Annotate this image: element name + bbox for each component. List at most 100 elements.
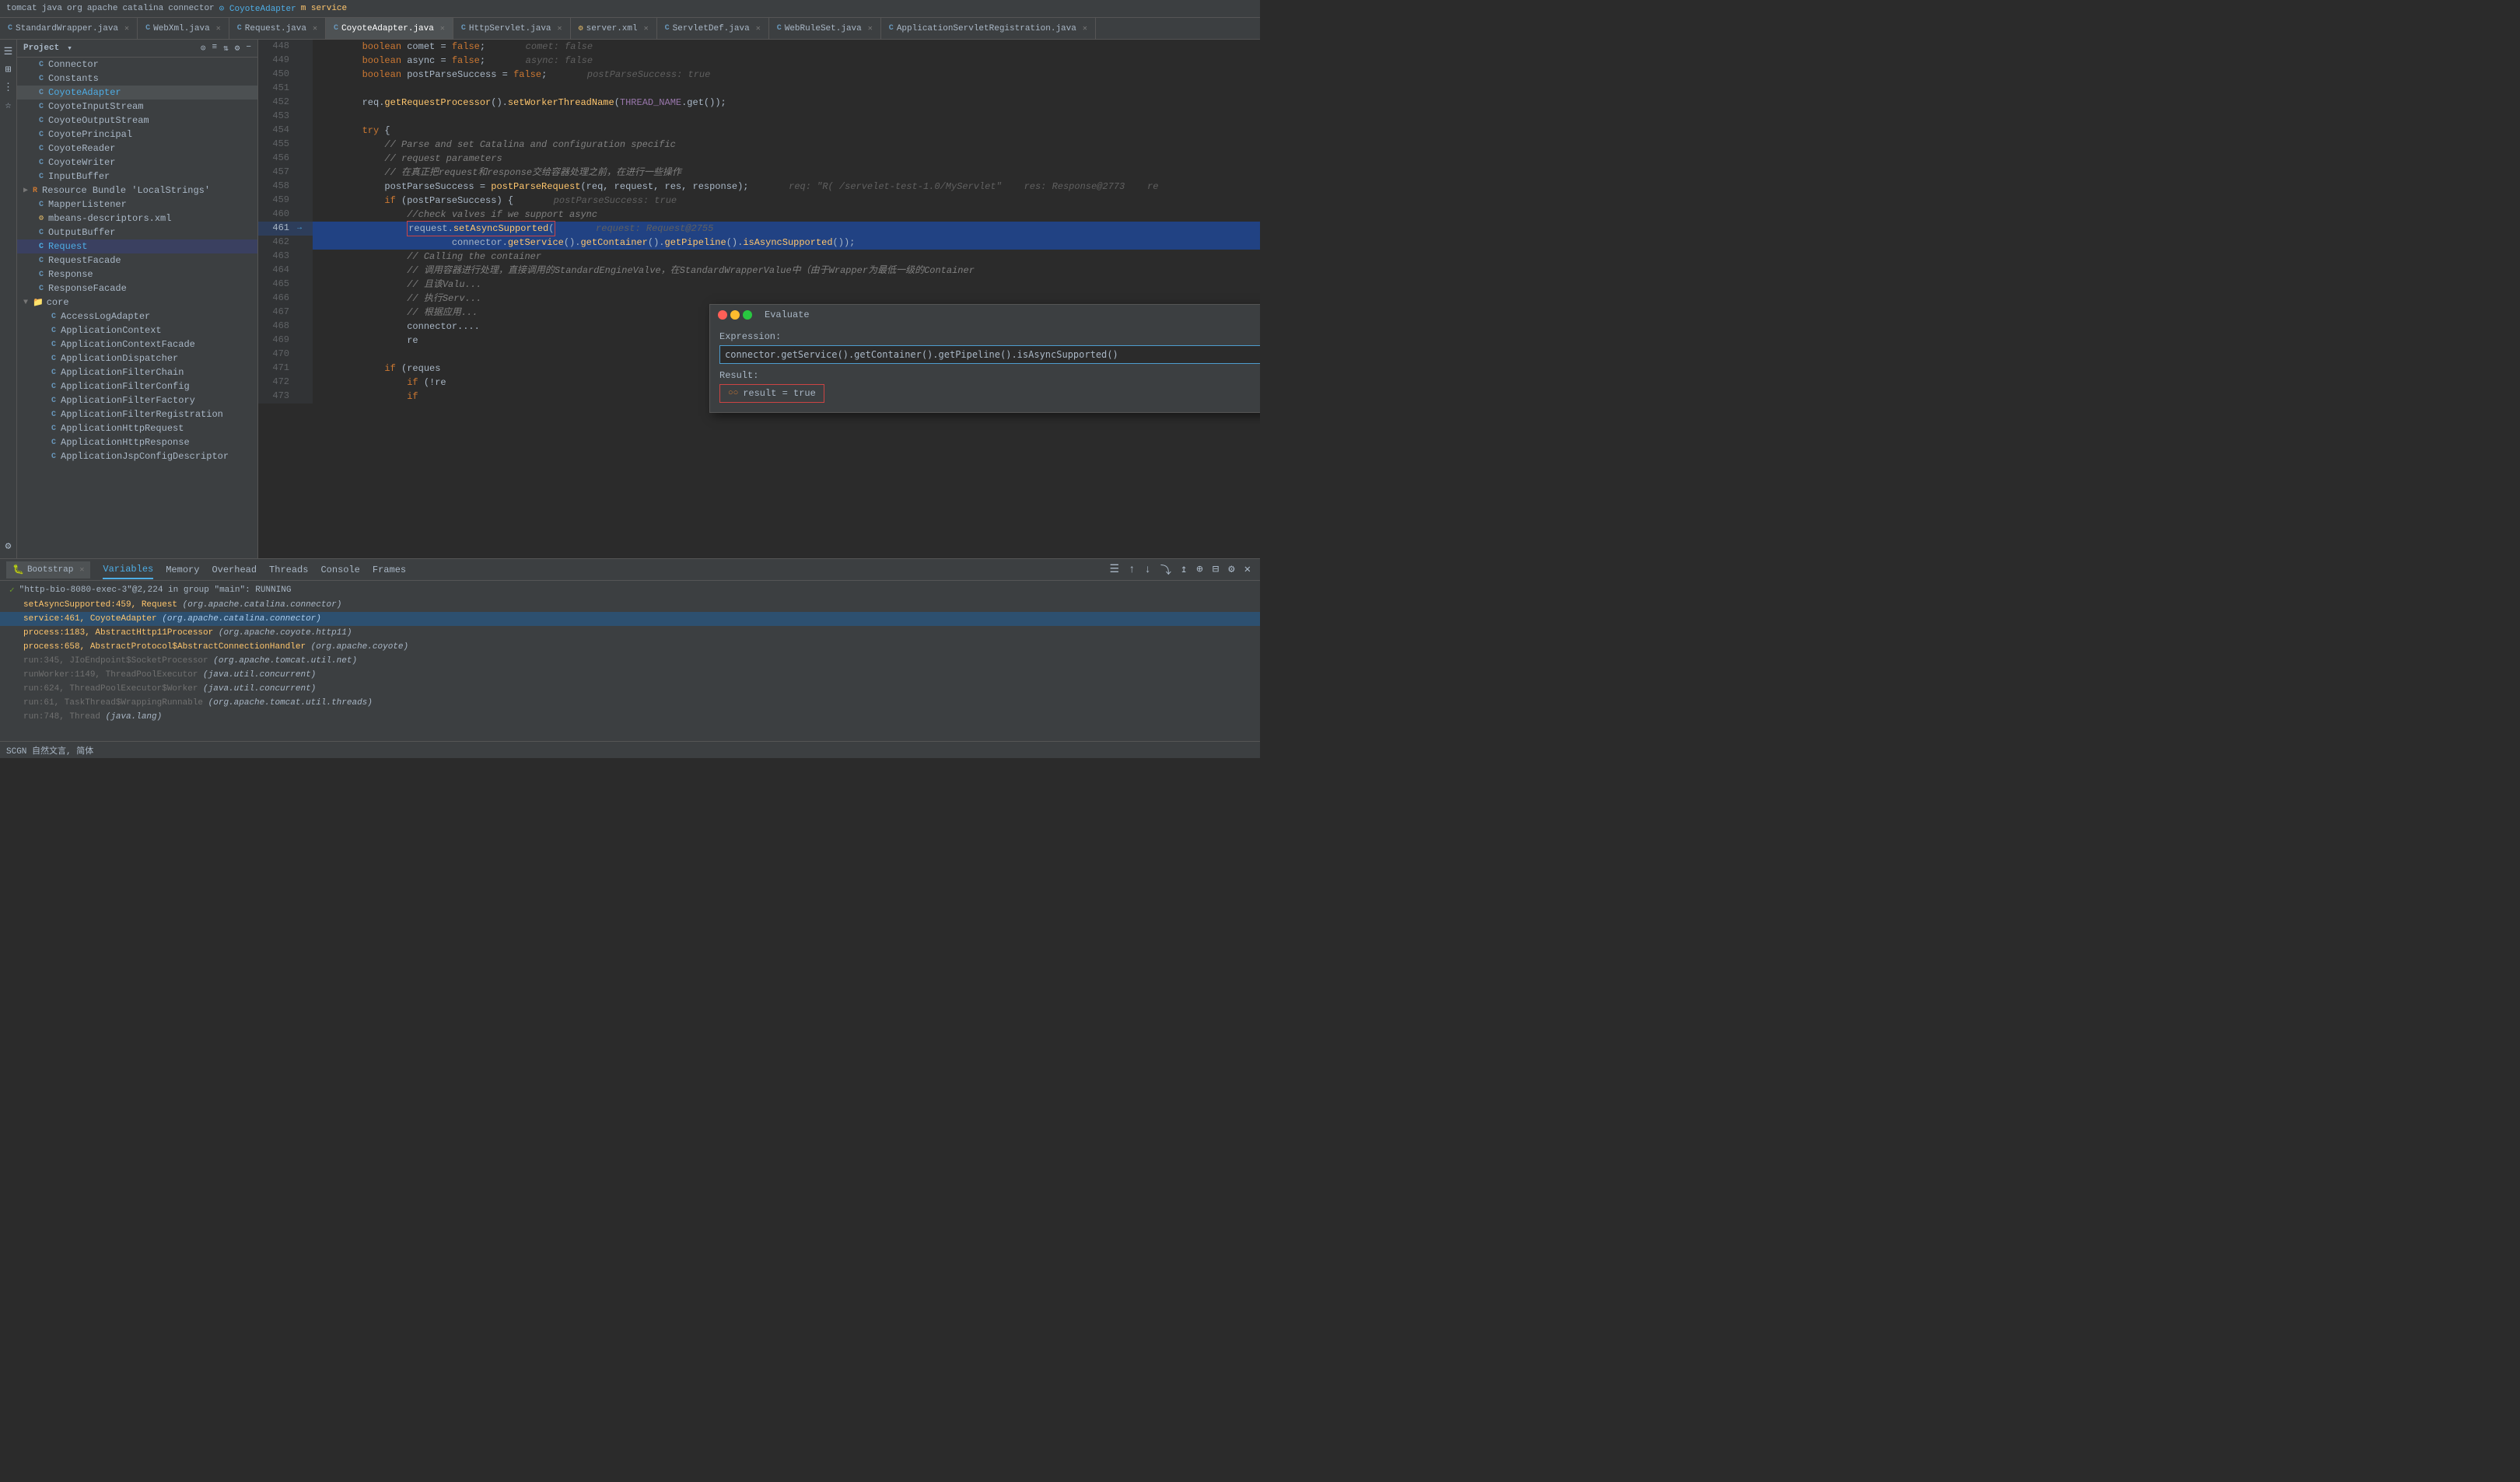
tab-webxml[interactable]: C WebXml.java ✕ bbox=[138, 18, 229, 39]
stack-frame-6[interactable]: runWorker:1149, ThreadPoolExecutor (java… bbox=[0, 668, 1260, 682]
collapse-icon[interactable]: ⊟ bbox=[1209, 561, 1222, 578]
minimize-button-traffic[interactable] bbox=[730, 310, 740, 320]
close-icon[interactable]: ✕ bbox=[756, 24, 761, 33]
breadcrumb-service[interactable]: m service bbox=[301, 4, 347, 13]
flatten-icon[interactable]: ≡ bbox=[212, 43, 218, 54]
breadcrumb-apache[interactable]: apache bbox=[87, 4, 118, 13]
sort-icon[interactable]: ⇅ bbox=[223, 43, 229, 54]
down-icon[interactable]: ↓ bbox=[1141, 562, 1153, 578]
breadcrumb-tomcat[interactable]: tomcat bbox=[6, 4, 37, 13]
close-icon[interactable]: ✕ bbox=[440, 24, 445, 33]
sidebar-item-connector[interactable]: C Connector bbox=[17, 58, 257, 72]
favorites-icon[interactable]: ☆ bbox=[5, 100, 12, 111]
close-icon[interactable]: ✕ bbox=[644, 24, 649, 33]
expression-input[interactable] bbox=[719, 345, 1260, 364]
code-editor[interactable]: 448 boolean comet = false; comet: false … bbox=[258, 40, 1260, 558]
stack-frame-9[interactable]: run:748, Thread (java.lang) bbox=[0, 710, 1260, 724]
tab-webruleset[interactable]: C WebRuleSet.java ✕ bbox=[769, 18, 881, 39]
sidebar-item-coyoteadapter[interactable]: C CoyoteAdapter bbox=[17, 86, 257, 100]
sidebar-item-applicationfilterconfig[interactable]: C ApplicationFilterConfig bbox=[17, 379, 257, 393]
breadcrumb-org[interactable]: org bbox=[67, 4, 82, 13]
thread-name: "http-bio-8080-exec-3"@2,224 in group "m… bbox=[19, 585, 292, 595]
close-icon[interactable]: ✕ bbox=[216, 24, 221, 33]
stack-frame-1[interactable]: setAsyncSupported:459, Request (org.apac… bbox=[0, 598, 1260, 612]
maximize-button-traffic[interactable] bbox=[743, 310, 752, 320]
sidebar-item-coyoteinputstream[interactable]: C CoyoteInputStream bbox=[17, 100, 257, 114]
frame-text: run:61, TaskThread$WrappingRunnable (org… bbox=[23, 698, 373, 708]
close-icon[interactable]: ✕ bbox=[124, 24, 129, 33]
sidebar-item-responsefacade[interactable]: C ResponseFacade bbox=[17, 281, 257, 295]
collapse-icon[interactable]: − bbox=[246, 43, 251, 54]
scope-icon[interactable]: ⊙ bbox=[201, 43, 206, 54]
gear-icon[interactable]: ⚙ bbox=[235, 43, 240, 54]
stack-frame-5[interactable]: run:345, JIoEndpoint$SocketProcessor (or… bbox=[0, 654, 1260, 668]
tab-serverxml[interactable]: ⚙ server.xml ✕ bbox=[571, 18, 657, 39]
sidebar-item-applicationjspconfigdescriptor[interactable]: C ApplicationJspConfigDescriptor bbox=[17, 449, 257, 463]
debug-tab-frames[interactable]: Frames bbox=[373, 561, 406, 578]
debug-tab-variables[interactable]: Variables bbox=[103, 561, 153, 579]
debug-tab-threads[interactable]: Threads bbox=[269, 561, 308, 578]
sidebar-item-requestfacade[interactable]: C RequestFacade bbox=[17, 253, 257, 267]
sidebar-item-mapperlistener[interactable]: C MapperListener bbox=[17, 197, 257, 211]
step-over-icon[interactable]: ⤵ bbox=[1157, 561, 1174, 579]
debug-tab-overhead[interactable]: Overhead bbox=[212, 561, 257, 578]
debug-tab-memory[interactable]: Memory bbox=[166, 561, 199, 578]
stack-frame-8[interactable]: run:61, TaskThread$WrappingRunnable (org… bbox=[0, 696, 1260, 710]
expand-icon[interactable]: ⊕ bbox=[1193, 561, 1206, 578]
step-out-icon[interactable]: ↥ bbox=[1178, 561, 1190, 578]
settings-icon[interactable]: ⚙ bbox=[5, 540, 12, 552]
breadcrumb-connector[interactable]: connector bbox=[168, 4, 214, 13]
tab-coyoteadapter[interactable]: C CoyoteAdapter.java ✕ bbox=[326, 18, 453, 39]
close-icon[interactable]: ✕ bbox=[868, 24, 873, 33]
settings-icon[interactable]: ⚙ bbox=[1225, 561, 1237, 578]
sidebar-item-applicationcontextfacade[interactable]: C ApplicationContextFacade bbox=[17, 337, 257, 351]
project-icon[interactable]: ☰ bbox=[4, 46, 13, 58]
sidebar-item-applicationfilterchain[interactable]: C ApplicationFilterChain bbox=[17, 365, 257, 379]
breadcrumb-coyoteadapter[interactable]: ⊙ CoyoteAdapter bbox=[219, 3, 296, 14]
sidebar-item-response[interactable]: C Response bbox=[17, 267, 257, 281]
sidebar-item-inputbuffer[interactable]: C InputBuffer bbox=[17, 170, 257, 184]
sidebar-item-coyoteprincipal[interactable]: C CoyotePrincipal bbox=[17, 128, 257, 142]
sidebar-item-request[interactable]: C Request bbox=[17, 239, 257, 253]
close-icon[interactable]: ✕ bbox=[313, 24, 317, 33]
close-icon[interactable]: ✕ bbox=[1083, 24, 1087, 33]
breadcrumb-java[interactable]: java bbox=[42, 4, 62, 13]
up-icon[interactable]: ↑ bbox=[1125, 562, 1138, 578]
sidebar-item-applicationfilterfactory[interactable]: C ApplicationFilterFactory bbox=[17, 393, 257, 407]
tab-applicationservlet[interactable]: C ApplicationServletRegistration.java ✕ bbox=[881, 18, 1096, 39]
tab-request[interactable]: C Request.java ✕ bbox=[229, 18, 326, 39]
c-type-icon: C bbox=[39, 201, 44, 209]
filter-icon[interactable]: ☰ bbox=[1106, 561, 1122, 578]
stack-frame-7[interactable]: run:624, ThreadPoolExecutor$Worker (java… bbox=[0, 682, 1260, 696]
sidebar-item-core-folder[interactable]: ▼ 📁 core bbox=[17, 295, 257, 309]
stack-frame-2[interactable]: service:461, CoyoteAdapter (org.apache.c… bbox=[0, 612, 1260, 626]
sidebar-item-mbeans[interactable]: ⚙ mbeans-descriptors.xml bbox=[17, 211, 257, 225]
sidebar-item-applicationfilterregistration[interactable]: C ApplicationFilterRegistration bbox=[17, 407, 257, 421]
sidebar-item-applicationcontext[interactable]: C ApplicationContext bbox=[17, 323, 257, 337]
sidebar-item-coyotereader[interactable]: C CoyoteReader bbox=[17, 142, 257, 156]
sidebar-item-coyotewriter[interactable]: C CoyoteWriter bbox=[17, 156, 257, 170]
structure-icon[interactable]: ⊞ bbox=[5, 64, 12, 75]
close-icon[interactable]: ✕ bbox=[558, 24, 562, 33]
sidebar-item-applicationdispatcher[interactable]: C ApplicationDispatcher bbox=[17, 351, 257, 365]
tab-servletdef[interactable]: C ServletDef.java ✕ bbox=[657, 18, 769, 39]
project-dropdown-icon[interactable]: ▾ bbox=[67, 43, 72, 54]
sidebar-item-localstrings[interactable]: ▶ R Resource Bundle 'LocalStrings' bbox=[17, 184, 257, 197]
tab-standardwrapper[interactable]: C StandardWrapper.java ✕ bbox=[0, 18, 138, 39]
debug-close-icon[interactable]: ✕ bbox=[79, 565, 84, 575]
sidebar-item-applicationhttpresponse[interactable]: C ApplicationHttpResponse bbox=[17, 435, 257, 449]
debug-tab-console[interactable]: Console bbox=[320, 561, 359, 578]
sidebar-item-coyoteoutputstream[interactable]: C CoyoteOutputStream bbox=[17, 114, 257, 128]
stack-frame-3[interactable]: process:1183, AbstractHttp11Processor (o… bbox=[0, 626, 1260, 640]
sidebar-item-constants[interactable]: C Constants bbox=[17, 72, 257, 86]
popup-title: Evaluate bbox=[765, 309, 810, 320]
stack-frame-4[interactable]: process:658, AbstractProtocol$AbstractCo… bbox=[0, 640, 1260, 654]
hierarchy-icon[interactable]: ⋮ bbox=[3, 82, 13, 93]
sidebar-item-accesslogadapter[interactable]: C AccessLogAdapter bbox=[17, 309, 257, 323]
sidebar-item-applicationhttprequest[interactable]: C ApplicationHttpRequest bbox=[17, 421, 257, 435]
sidebar-item-outputbuffer[interactable]: C OutputBuffer bbox=[17, 225, 257, 239]
tab-httpservlet[interactable]: C HttpServlet.java ✕ bbox=[453, 18, 571, 39]
close-button-traffic[interactable] bbox=[718, 310, 727, 320]
breadcrumb-catalina[interactable]: catalina bbox=[122, 4, 163, 13]
close-icon[interactable]: ✕ bbox=[1241, 561, 1254, 578]
